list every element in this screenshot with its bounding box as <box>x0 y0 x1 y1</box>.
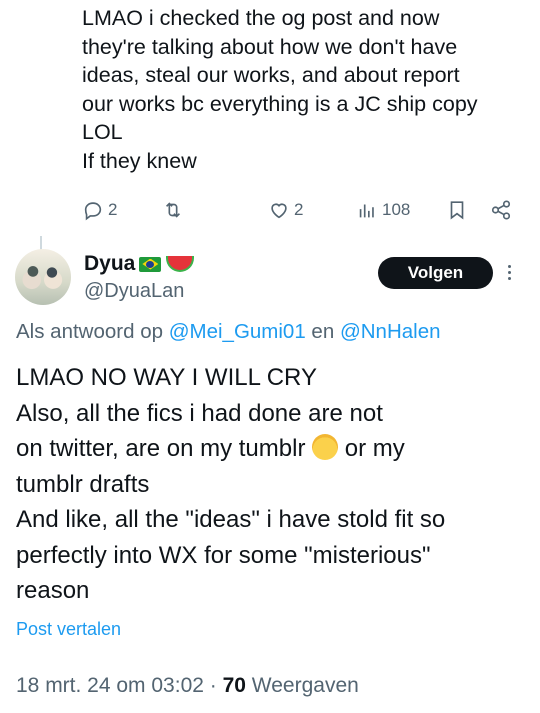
reply-button[interactable]: 2 <box>82 196 117 224</box>
retweet-button[interactable] <box>162 196 188 224</box>
reply-prefix: Als antwoord op <box>16 320 169 343</box>
author-handle[interactable]: @DyuaLan <box>84 280 184 303</box>
retweet-icon <box>165 202 181 218</box>
more-options-icon[interactable] <box>508 263 514 283</box>
brazil-flag-icon <box>139 256 162 272</box>
watermelon-icon <box>166 256 195 272</box>
follow-button[interactable]: Volgen <box>378 257 493 289</box>
bookmark-icon <box>450 201 464 220</box>
author-name[interactable]: Dyua <box>84 252 195 276</box>
mention-link-2[interactable]: @NnHalen <box>340 320 441 343</box>
bookmark-button[interactable] <box>446 196 468 224</box>
tweet-date[interactable]: 18 mrt. 24 om 03:02 <box>16 674 204 697</box>
mention-link-1[interactable]: @Mei_Gumi01 <box>169 320 306 343</box>
reply-count: 2 <box>108 200 118 219</box>
views-total: 70 <box>222 674 246 697</box>
views-icon <box>359 204 374 218</box>
tweet-text: LMAO NO WAY I WILL CRY Also, all the fic… <box>16 360 526 609</box>
like-count: 2 <box>294 200 304 219</box>
tweet-meta: 18 mrt. 24 om 03:02 · 70 Weergaven <box>16 674 359 698</box>
meta-separator: · <box>203 674 223 697</box>
views-label: Weergaven <box>245 674 359 697</box>
share-button[interactable] <box>490 196 512 224</box>
reply-icon <box>84 202 102 221</box>
reply-and: en <box>305 320 340 343</box>
views-count: 108 <box>382 200 411 219</box>
heart-icon <box>271 203 287 219</box>
author-name-text: Dyua <box>84 252 136 275</box>
thread-connector <box>40 236 42 250</box>
reply-context: Als antwoord op @Mei_Gumi01 en @NnHalen <box>16 320 441 344</box>
avatar[interactable] <box>15 249 71 305</box>
views-button[interactable]: 108 <box>356 196 410 224</box>
like-button[interactable]: 2 <box>268 196 303 224</box>
previous-tweet-text: LMAO i checked the og post and now they'… <box>82 6 478 173</box>
translate-post-link[interactable]: Post vertalen <box>16 619 121 640</box>
laughing-emoji-icon <box>312 434 339 460</box>
previous-tweet-actions: 2 2 108 <box>80 196 520 224</box>
share-icon <box>491 200 511 220</box>
